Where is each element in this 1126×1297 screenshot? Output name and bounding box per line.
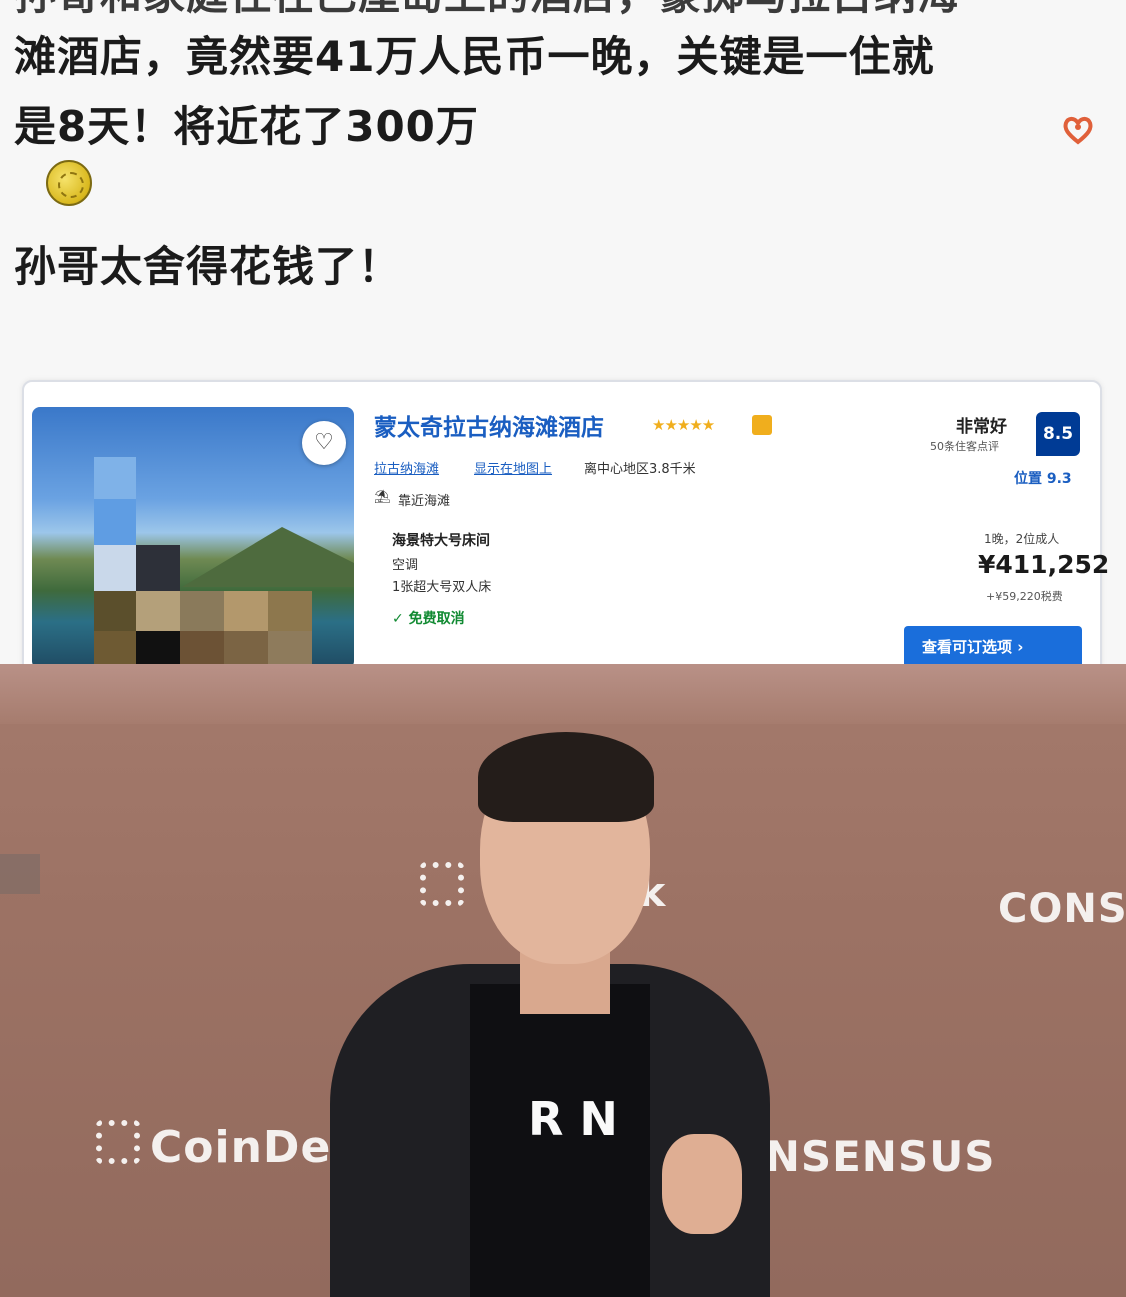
mosaic-block [224, 591, 268, 631]
coin-emoji-icon [46, 160, 92, 206]
social-post: 孙哥和家庭住在巴厘岛上的酒店，豪掷马拉古纳海 滩酒店，竟然要41万人民币一晚，关… [0, 0, 1126, 664]
post-text-line: 孙哥和家庭住在巴厘岛上的酒店，豪掷马拉古纳海 [14, 0, 960, 24]
stay-info-text: 1晚，2位成人 [984, 532, 1060, 546]
hotel-listing-card[interactable]: ♡ 蒙太奇拉古纳海滩酒店 ★★★★★ 拉古纳海滩 显示在地图上 离中心地区3.8… [22, 380, 1109, 664]
coindesk-logo-icon [96, 1120, 140, 1164]
amenity-text: 空调 [392, 558, 419, 573]
near-beach-text: 靠近海滩 [398, 494, 451, 509]
mosaic-block [224, 631, 268, 664]
logo-text-left: CoinDes [150, 1122, 359, 1173]
location-score: 位置 9.3 [1014, 471, 1072, 487]
mosaic-block [268, 631, 312, 664]
tax-text: +¥59,220税费 [986, 590, 1063, 603]
mosaic-block [136, 591, 180, 631]
mosaic-block [94, 545, 136, 591]
mosaic-block [136, 631, 180, 664]
mosaic-block [136, 545, 180, 591]
speaker-hair [478, 732, 654, 822]
beach-icon: ⛱ [374, 490, 391, 505]
post-text-line: 是8天！将近花了300万 [14, 102, 479, 151]
mosaic-block [268, 591, 312, 631]
mosaic-block [94, 631, 136, 664]
mosaic-block [94, 457, 136, 499]
conference-photo: sk CONSE CoinDes ONSENSUS R N [0, 664, 1126, 1297]
thumbs-up-badge-icon [752, 415, 772, 435]
mosaic-block [180, 631, 224, 664]
hotel-name-link[interactable]: 蒙太奇拉古纳海滩酒店 [374, 408, 604, 442]
mosaic-block [180, 591, 224, 631]
post-text-line: 孙哥太舍得花钱了！ [14, 242, 402, 291]
hotel-photo[interactable]: ♡ [32, 407, 354, 664]
mosaic-block [94, 499, 136, 545]
post-text-line: 滩酒店，竟然要41万人民币一晚，关键是一住就 [14, 32, 935, 81]
bed-text: 1张超大号双人床 [392, 580, 492, 595]
corner-blur-patch [0, 854, 40, 894]
favorite-heart-icon[interactable]: ♡ [302, 421, 346, 465]
logo-text-right-top: CONSE [998, 886, 1126, 932]
review-count[interactable]: 50条住客点评 [930, 438, 999, 454]
free-cancellation-text: ✓ 免费取消 [392, 611, 465, 627]
speaker-hand [662, 1134, 742, 1234]
distance-text: 离中心地区3.8千米 [584, 462, 696, 477]
mountain-shape [182, 527, 354, 587]
star-rating-icon: ★★★★★ [652, 416, 715, 434]
rating-word: 非常好 [956, 417, 1007, 437]
area-link[interactable]: 拉古纳海滩 [374, 458, 439, 477]
show-on-map-link[interactable]: 显示在地图上 [474, 458, 552, 477]
shirt-logo-text: R N [528, 1092, 618, 1146]
like-icon[interactable] [1060, 112, 1100, 152]
coindesk-logo-icon [420, 862, 464, 906]
see-availability-button[interactable]: 查看可订选项 › [904, 626, 1082, 664]
room-type-title: 海景特大号床间 [392, 533, 490, 549]
price-text: ¥411,252 [978, 550, 1110, 579]
review-score-badge: 8.5 [1036, 412, 1080, 456]
mosaic-block [94, 591, 136, 631]
wall-strip [0, 664, 1126, 724]
